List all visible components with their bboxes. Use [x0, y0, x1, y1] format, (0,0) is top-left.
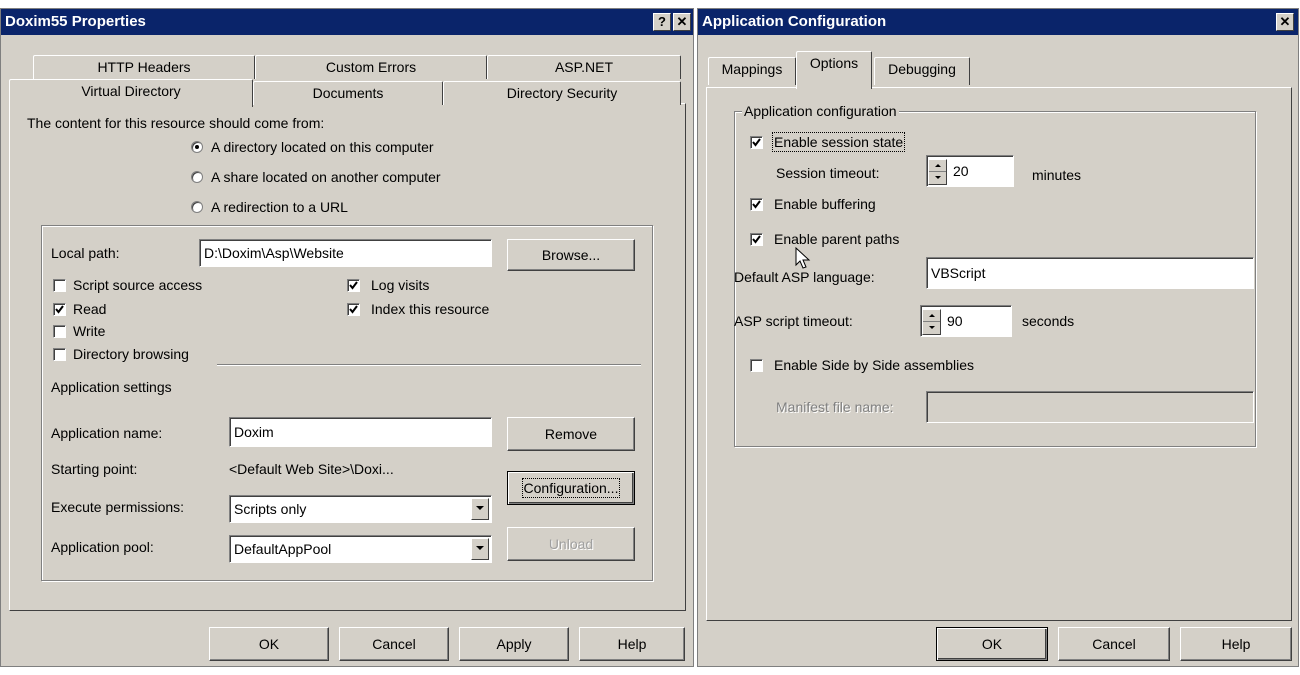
- chevron-down-icon[interactable]: [471, 498, 489, 520]
- apply-button[interactable]: Apply: [459, 627, 569, 661]
- tab-http-headers[interactable]: HTTP Headers: [33, 55, 255, 79]
- ok-button[interactable]: OK: [209, 627, 329, 661]
- local-path-label: Local path:: [51, 245, 120, 261]
- radio-local-directory-label[interactable]: A directory located on this computer: [211, 139, 434, 155]
- help-button[interactable]: Help: [1180, 627, 1292, 661]
- tab-virtual-directory[interactable]: Virtual Directory: [9, 79, 253, 107]
- parent-paths-label[interactable]: Enable parent paths: [774, 231, 899, 247]
- tab-custom-errors[interactable]: Custom Errors: [255, 55, 487, 79]
- checkmark-icon: [55, 305, 64, 314]
- dialog-title: Application Configuration: [702, 13, 887, 30]
- session-timeout-label: Session timeout:: [776, 165, 880, 181]
- execute-permissions-select[interactable]: Scripts only: [229, 495, 492, 523]
- properties-dialog: Doxim55 Properties ? ✕ HTTP Headers Cust…: [0, 8, 694, 667]
- manifest-file-label: Manifest file name:: [776, 399, 894, 415]
- cancel-button[interactable]: Cancel: [1058, 627, 1170, 661]
- application-name-label: Application name:: [51, 425, 163, 441]
- configuration-button[interactable]: Configuration...: [507, 471, 635, 505]
- app-config-dialog: Application Configuration ✕ Mappings Opt…: [697, 8, 1299, 667]
- radio-network-share[interactable]: [191, 171, 203, 183]
- session-state-label[interactable]: Enable session state: [771, 132, 906, 152]
- close-icon[interactable]: ✕: [673, 13, 691, 31]
- help-button[interactable]: Help: [579, 627, 685, 661]
- checkmark-icon: [752, 200, 761, 209]
- close-icon[interactable]: ✕: [1276, 13, 1294, 31]
- tab-documents[interactable]: Documents: [253, 81, 443, 105]
- write-label[interactable]: Write: [73, 323, 105, 339]
- index-resource-checkbox[interactable]: [347, 303, 360, 316]
- directory-browsing-checkbox[interactable]: [53, 348, 66, 361]
- application-pool-select[interactable]: DefaultAppPool: [229, 535, 492, 563]
- dialog-title-bar[interactable]: Doxim55 Properties: [1, 9, 693, 35]
- read-label[interactable]: Read: [73, 301, 106, 317]
- separator: [217, 364, 641, 366]
- radio-local-directory[interactable]: [191, 141, 203, 153]
- group-label: Application configuration: [742, 103, 899, 119]
- help-title-button[interactable]: ?: [653, 13, 671, 31]
- buffering-checkbox[interactable]: [750, 198, 763, 211]
- script-timeout-label: ASP script timeout:: [734, 313, 853, 329]
- session-timeout-spinner[interactable]: [928, 159, 947, 185]
- default-language-input[interactable]: VBScript: [926, 257, 1254, 289]
- checkmark-icon: [349, 281, 358, 290]
- starting-point-value: <Default Web Site>\Doxi...: [229, 461, 394, 477]
- mouse-cursor-icon: [795, 246, 815, 271]
- log-visits-label[interactable]: Log visits: [371, 277, 429, 293]
- execute-permissions-label: Execute permissions:: [51, 499, 185, 515]
- content-source-label: The content for this resource should com…: [27, 115, 325, 131]
- minutes-label: minutes: [1032, 167, 1082, 183]
- cancel-button[interactable]: Cancel: [339, 627, 449, 661]
- dialog-title: Doxim55 Properties: [5, 13, 146, 30]
- manifest-file-input[interactable]: [926, 391, 1254, 423]
- dialog-title-bar[interactable]: Application Configuration: [698, 9, 1298, 35]
- seconds-label: seconds: [1022, 313, 1075, 329]
- buffering-label[interactable]: Enable buffering: [774, 196, 876, 212]
- index-resource-label[interactable]: Index this resource: [371, 301, 489, 317]
- unload-button[interactable]: Unload: [507, 527, 635, 561]
- application-name-input[interactable]: Doxim: [229, 417, 492, 447]
- starting-point-label: Starting point:: [51, 461, 138, 477]
- radio-network-share-label[interactable]: A share located on another computer: [211, 169, 441, 185]
- session-state-checkbox[interactable]: [750, 136, 763, 149]
- script-source-label[interactable]: Script source access: [73, 277, 202, 293]
- read-checkbox[interactable]: [53, 303, 66, 316]
- chevron-down-icon[interactable]: [471, 538, 489, 560]
- parent-paths-checkbox[interactable]: [750, 233, 763, 246]
- log-visits-checkbox[interactable]: [347, 279, 360, 292]
- write-checkbox[interactable]: [53, 325, 66, 338]
- tab-options[interactable]: Options: [796, 51, 872, 89]
- application-pool-label: Application pool:: [51, 539, 154, 555]
- checkmark-icon: [752, 235, 761, 244]
- radio-redirection[interactable]: [191, 201, 203, 213]
- ok-button[interactable]: OK: [936, 627, 1048, 661]
- tab-aspnet[interactable]: ASP.NET: [487, 55, 681, 79]
- tab-mappings[interactable]: Mappings: [708, 57, 796, 85]
- radio-redirection-label[interactable]: A redirection to a URL: [211, 199, 348, 215]
- remove-button[interactable]: Remove: [507, 417, 635, 451]
- side-by-side-checkbox[interactable]: [750, 359, 763, 372]
- script-timeout-spinner[interactable]: [922, 309, 941, 335]
- side-by-side-label[interactable]: Enable Side by Side assemblies: [774, 357, 974, 373]
- default-language-label: Default ASP language:: [734, 269, 875, 285]
- tab-directory-security[interactable]: Directory Security: [443, 81, 681, 105]
- directory-browsing-label[interactable]: Directory browsing: [73, 346, 189, 362]
- application-settings-label: Application settings: [51, 379, 172, 395]
- browse-button[interactable]: Browse...: [507, 239, 635, 271]
- local-path-input[interactable]: D:\Doxim\Asp\Website: [199, 239, 492, 267]
- tab-debugging[interactable]: Debugging: [874, 57, 970, 85]
- script-source-checkbox[interactable]: [53, 279, 66, 292]
- checkmark-icon: [752, 138, 761, 147]
- checkmark-icon: [349, 305, 358, 314]
